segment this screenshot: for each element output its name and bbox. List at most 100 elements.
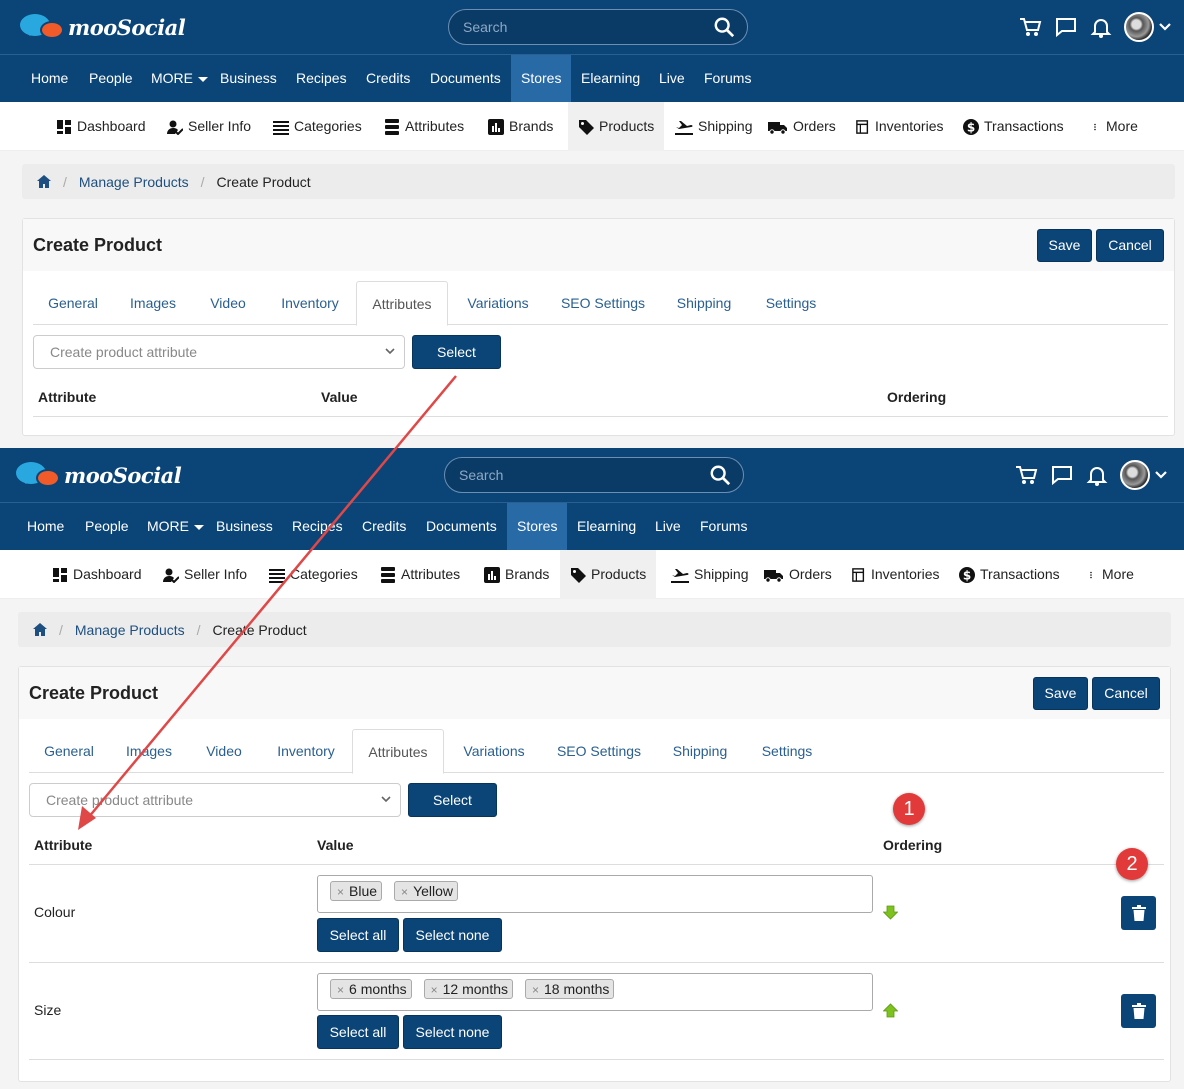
tab-variations[interactable]: Variations bbox=[447, 729, 541, 773]
select-attribute-button[interactable]: Select bbox=[412, 335, 501, 369]
cancel-button[interactable]: Cancel bbox=[1096, 229, 1164, 262]
tab-video[interactable]: Video bbox=[193, 281, 263, 325]
remove-tag-icon[interactable]: × bbox=[431, 983, 438, 997]
arrow-up-icon[interactable] bbox=[883, 1003, 898, 1018]
search-input[interactable]: Search bbox=[444, 457, 744, 493]
save-button[interactable]: Save bbox=[1037, 229, 1092, 262]
message-icon[interactable] bbox=[1050, 464, 1074, 486]
subnav-seller-info[interactable]: Seller Info bbox=[159, 102, 259, 151]
breadcrumb-manage-products[interactable]: Manage Products bbox=[75, 622, 185, 638]
nav-forums[interactable]: Forums bbox=[695, 55, 760, 102]
tab-general[interactable]: General bbox=[29, 729, 109, 773]
value-tag[interactable]: × 18 months bbox=[525, 979, 615, 999]
breadcrumb-manage-products[interactable]: Manage Products bbox=[79, 174, 189, 190]
subnav-seller-info[interactable]: Seller Info bbox=[155, 550, 255, 599]
remove-tag-icon[interactable]: × bbox=[401, 885, 408, 899]
select-all-button[interactable]: Select all bbox=[317, 1015, 399, 1049]
select-none-button[interactable]: Select none bbox=[403, 1015, 502, 1049]
subnav-more[interactable]: More bbox=[1081, 550, 1142, 599]
remove-tag-icon[interactable]: × bbox=[532, 983, 539, 997]
tab-settings[interactable]: Settings bbox=[749, 281, 833, 325]
nav-documents[interactable]: Documents bbox=[421, 55, 510, 102]
tab-seo-settings[interactable]: SEO Settings bbox=[543, 729, 655, 773]
bell-icon[interactable] bbox=[1090, 16, 1112, 38]
remove-tag-icon[interactable]: × bbox=[337, 983, 344, 997]
subnav-categories[interactable]: Categories bbox=[265, 102, 370, 151]
tab-general[interactable]: General bbox=[33, 281, 113, 325]
nav-forums[interactable]: Forums bbox=[691, 503, 756, 550]
nav-recipes[interactable]: Recipes bbox=[287, 55, 356, 102]
nav-business[interactable]: Business bbox=[207, 503, 282, 550]
attribute-select[interactable]: Create product attribute bbox=[33, 335, 405, 369]
subnav-inventories[interactable]: Inventories bbox=[848, 102, 951, 151]
select-attribute-button[interactable]: Select bbox=[408, 783, 497, 817]
nav-elearning[interactable]: Elearning bbox=[572, 55, 649, 102]
attribute-values-input[interactable]: × 6 months × 12 months × 18 months bbox=[317, 973, 873, 1011]
site-logo[interactable]: mooSocial bbox=[16, 460, 182, 490]
nav-recipes[interactable]: Recipes bbox=[283, 503, 352, 550]
user-avatar[interactable] bbox=[1120, 460, 1150, 490]
tab-settings[interactable]: Settings bbox=[745, 729, 829, 773]
subnav-transactions[interactable]: $ Transactions bbox=[955, 102, 1072, 151]
subnav-more[interactable]: More bbox=[1085, 102, 1146, 151]
tab-attributes[interactable]: Attributes bbox=[352, 729, 444, 774]
tab-images[interactable]: Images bbox=[115, 281, 191, 325]
nav-stores[interactable]: Stores bbox=[507, 503, 568, 550]
tab-video[interactable]: Video bbox=[189, 729, 259, 773]
select-none-button[interactable]: Select none bbox=[403, 918, 502, 952]
nav-credits[interactable]: Credits bbox=[357, 55, 419, 102]
tab-shipping[interactable]: Shipping bbox=[661, 281, 747, 325]
subnav-dashboard[interactable]: Dashboard bbox=[48, 102, 154, 151]
nav-credits[interactable]: Credits bbox=[353, 503, 415, 550]
search-input[interactable]: Search bbox=[448, 9, 748, 45]
subnav-products[interactable]: Products bbox=[568, 102, 665, 151]
value-tag[interactable]: × 12 months bbox=[423, 979, 513, 999]
subnav-brands[interactable]: Brands bbox=[476, 550, 557, 599]
subnav-brands[interactable]: Brands bbox=[480, 102, 561, 151]
subnav-products[interactable]: Products bbox=[560, 550, 657, 599]
nav-elearning[interactable]: Elearning bbox=[568, 503, 645, 550]
nav-live[interactable]: Live bbox=[650, 55, 694, 102]
nav-live[interactable]: Live bbox=[646, 503, 690, 550]
nav-people[interactable]: People bbox=[80, 55, 142, 102]
subnav-attributes[interactable]: Attributes bbox=[372, 550, 468, 599]
nav-more[interactable]: MORE bbox=[138, 503, 213, 550]
nav-documents[interactable]: Documents bbox=[417, 503, 506, 550]
nav-business[interactable]: Business bbox=[211, 55, 286, 102]
cancel-button[interactable]: Cancel bbox=[1092, 677, 1160, 710]
site-logo[interactable]: mooSocial bbox=[20, 12, 186, 42]
subnav-attributes[interactable]: Attributes bbox=[376, 102, 472, 151]
tab-inventory[interactable]: Inventory bbox=[265, 281, 355, 325]
search-icon[interactable] bbox=[713, 16, 735, 38]
chevron-down-icon[interactable] bbox=[1158, 22, 1172, 32]
tab-images[interactable]: Images bbox=[111, 729, 187, 773]
search-icon[interactable] bbox=[709, 464, 731, 486]
tab-variations[interactable]: Variations bbox=[451, 281, 545, 325]
tab-attributes[interactable]: Attributes bbox=[356, 281, 448, 326]
message-icon[interactable] bbox=[1054, 16, 1078, 38]
cart-icon[interactable] bbox=[1014, 464, 1038, 486]
value-tag[interactable]: × Yellow bbox=[394, 881, 459, 901]
subnav-shipping[interactable]: Shipping bbox=[663, 550, 757, 599]
nav-stores[interactable]: Stores bbox=[511, 55, 572, 102]
select-all-button[interactable]: Select all bbox=[317, 918, 399, 952]
user-avatar[interactable] bbox=[1124, 12, 1154, 42]
delete-attribute-button[interactable] bbox=[1121, 994, 1156, 1028]
delete-attribute-button[interactable] bbox=[1121, 896, 1156, 930]
subnav-orders[interactable]: Orders bbox=[760, 102, 844, 151]
save-button[interactable]: Save bbox=[1033, 677, 1088, 710]
subnav-shipping[interactable]: Shipping bbox=[667, 102, 761, 151]
subnav-dashboard[interactable]: Dashboard bbox=[44, 550, 150, 599]
subnav-inventories[interactable]: Inventories bbox=[844, 550, 947, 599]
nav-more[interactable]: MORE bbox=[142, 55, 217, 102]
tab-shipping[interactable]: Shipping bbox=[657, 729, 743, 773]
nav-home[interactable]: Home bbox=[18, 503, 73, 550]
nav-people[interactable]: People bbox=[76, 503, 138, 550]
subnav-categories[interactable]: Categories bbox=[261, 550, 366, 599]
tab-seo-settings[interactable]: SEO Settings bbox=[547, 281, 659, 325]
chevron-down-icon[interactable] bbox=[1154, 470, 1168, 480]
home-icon[interactable] bbox=[33, 623, 47, 636]
value-tag[interactable]: × Blue bbox=[330, 881, 383, 901]
value-tag[interactable]: × 6 months bbox=[330, 979, 412, 999]
attribute-values-input[interactable]: × Blue × Yellow bbox=[317, 875, 873, 913]
